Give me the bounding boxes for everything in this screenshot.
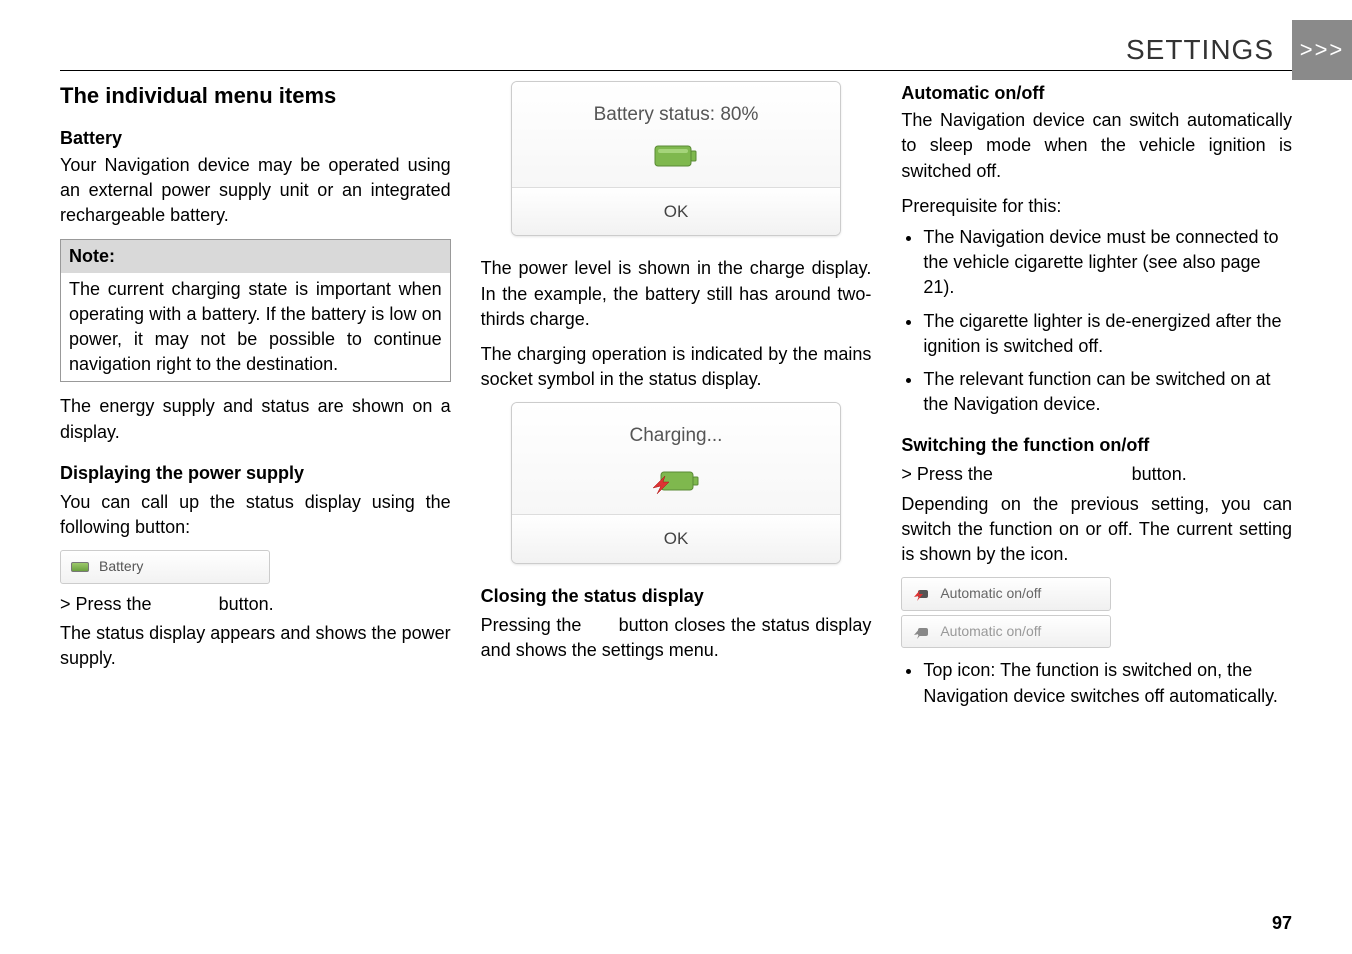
battery-status-title: Battery status: 80% bbox=[522, 102, 830, 129]
battery-description: Your Navigation device may be operated u… bbox=[60, 153, 451, 229]
charging-dialog: Charging... OK bbox=[511, 402, 841, 563]
chevron-right-icon: >>> bbox=[1292, 20, 1352, 80]
plug-on-icon bbox=[912, 587, 930, 601]
charging-title: Charging... bbox=[522, 423, 830, 450]
section-title: The individual menu items bbox=[60, 81, 451, 112]
automatic-onoff-label: Automatic on/off bbox=[940, 584, 1041, 604]
power-level-text: The power level is shown in the charge d… bbox=[481, 256, 872, 332]
switching-function-heading: Switching the function on/off bbox=[901, 433, 1292, 458]
depending-setting-text: Depending on the previous setting, you c… bbox=[901, 492, 1292, 568]
prerequisite-list: The Navigation device must be connected … bbox=[901, 225, 1292, 417]
automatic-onoff-button-on[interactable]: Automatic on/off bbox=[901, 577, 1111, 611]
battery-charging-icon bbox=[522, 464, 830, 496]
closing-status-text: Pressing the OK button closes the status… bbox=[481, 613, 872, 663]
status-display-text: The status display appears and shows the… bbox=[60, 621, 451, 671]
page-header-title: SETTINGS bbox=[1126, 34, 1274, 66]
list-item: The Navigation device must be connected … bbox=[923, 225, 1292, 301]
page-number: 97 bbox=[1272, 913, 1292, 934]
ok-button[interactable]: OK bbox=[512, 515, 840, 563]
automatic-onoff-heading: Automatic on/off bbox=[901, 81, 1292, 106]
plug-off-icon bbox=[912, 625, 930, 639]
battery-status-dialog: Battery status: 80% OK bbox=[511, 81, 841, 236]
closing-status-heading: Closing the status display bbox=[481, 584, 872, 609]
displaying-power-text: You can call up the status display using… bbox=[60, 490, 451, 540]
battery-icon bbox=[71, 562, 89, 572]
press-auto-instruction: > Press the Automatic on/off button. bbox=[901, 462, 1292, 487]
note-box: Note: The current charging state is impo… bbox=[60, 239, 451, 383]
battery-button-label: Battery bbox=[99, 557, 143, 577]
press-battery-instruction: > Press the Battery button. bbox=[60, 592, 451, 617]
list-item: The cigarette lighter is de-energized af… bbox=[923, 309, 1292, 359]
icon-explanation-list: Top icon: The function is switched on, t… bbox=[901, 658, 1292, 708]
automatic-onoff-text: The Navigation device can switch automat… bbox=[901, 108, 1292, 184]
automatic-onoff-button-off[interactable]: Automatic on/off bbox=[901, 615, 1111, 649]
battery-icon bbox=[522, 143, 830, 169]
list-item: The relevant function can be switched on… bbox=[923, 367, 1292, 417]
energy-supply-text: The energy supply and status are shown o… bbox=[60, 394, 451, 444]
battery-heading: Battery bbox=[60, 126, 451, 151]
battery-button[interactable]: Battery bbox=[60, 550, 270, 584]
note-label: Note: bbox=[61, 240, 450, 273]
list-item: Top icon: The function is switched on, t… bbox=[923, 658, 1292, 708]
ok-button[interactable]: OK bbox=[512, 188, 840, 236]
note-body: The current charging state is important … bbox=[61, 273, 450, 382]
charging-indicator-text: The charging operation is indicated by t… bbox=[481, 342, 872, 392]
displaying-power-heading: Displaying the power supply bbox=[60, 461, 451, 486]
prerequisite-label: Prerequisite for this: bbox=[901, 194, 1292, 219]
automatic-onoff-label: Automatic on/off bbox=[940, 622, 1041, 642]
